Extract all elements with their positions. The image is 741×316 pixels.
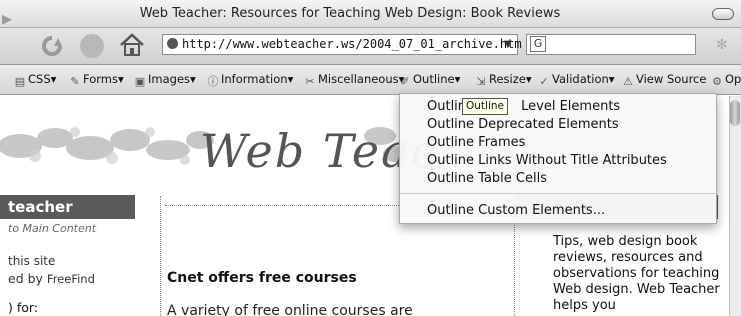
url-dropdown-button[interactable]: ▼ <box>498 34 518 55</box>
images-icon: ▣ <box>134 75 146 88</box>
forms-icon: ✎ <box>70 75 80 88</box>
skip-to-content-link[interactable]: to Main Content <box>8 222 96 235</box>
spinner-icon: ✻ <box>716 37 728 53</box>
powered-by-text: ed by FreeFind <box>8 271 95 286</box>
reload-icon[interactable] <box>38 34 66 58</box>
toolbar-resize[interactable]: ⇲ Resize▾ <box>475 72 531 88</box>
menu-item-links-without-title[interactable]: Outline Links Without Title Attributes <box>427 153 667 168</box>
miscellaneous-icon: ✂ <box>305 75 315 88</box>
site-description: Tips, web design book reviews, resources… <box>553 234 720 313</box>
resize-icon: ⇲ <box>476 75 486 88</box>
search-site-label: this site <box>8 254 56 268</box>
toolbar-options[interactable]: ⚙ Op <box>711 72 741 88</box>
css-icon: ▤ <box>14 75 26 88</box>
menu-separator <box>400 193 716 194</box>
lock-icon <box>167 38 178 49</box>
stop-icon[interactable] <box>80 34 104 58</box>
view-source-icon: ⚠ <box>623 75 633 88</box>
toolbar-images[interactable]: ▣ Images▾ <box>134 72 196 88</box>
scrollbar-thumb[interactable] <box>730 100 740 126</box>
toolbar-miscellaneous[interactable]: ✂ Miscellaneous▾ <box>304 72 404 88</box>
toolbar-forms[interactable]: ✎ Forms▾ <box>69 72 123 88</box>
sidebar-header: teacher <box>0 195 135 219</box>
menu-item-table-cells[interactable]: Outline Table Cells <box>427 171 547 186</box>
look-for-label: ) for: <box>8 300 39 315</box>
options-icon: ⚙ <box>712 75 722 88</box>
toolbar-css[interactable]: ▤ CSS▾ <box>14 72 57 88</box>
google-icon[interactable]: G <box>530 36 546 52</box>
address-bar[interactable]: http://www.webteacher.ws/2004_07_01_arch… <box>162 34 522 55</box>
information-icon: ⓘ <box>207 75 219 88</box>
right-column-divider <box>514 220 515 316</box>
validation-icon: ✓ <box>539 75 549 88</box>
home-icon[interactable] <box>118 32 146 58</box>
menu-item-block-level[interactable]: Outlir Level Elements <box>427 99 620 114</box>
menu-item-custom-elements[interactable]: Outline Custom Elements... <box>427 203 605 218</box>
toolbar-view-source[interactable]: ⚠ View Source <box>622 72 706 88</box>
toolbar-information[interactable]: ⓘ Information▾ <box>207 72 294 88</box>
forward-arrow-icon[interactable]: ▸ <box>2 6 12 30</box>
tooltip: Outline <box>462 98 508 115</box>
url-text: http://www.webteacher.ws/2004_07_01_arch… <box>182 37 522 51</box>
vertical-scrollbar[interactable] <box>729 96 741 316</box>
search-input[interactable] <box>526 34 696 55</box>
outline-icon: ✐ <box>400 75 410 88</box>
toolbar-toggle-button[interactable] <box>712 8 734 20</box>
toolbar-outline[interactable]: ✐ Outline▾ <box>399 72 460 88</box>
article-body: A variety of free online courses are <box>167 303 413 316</box>
article-title[interactable]: Cnet offers free courses <box>167 270 357 286</box>
menu-item-frames[interactable]: Outline Frames <box>427 135 525 150</box>
toolbar-validation[interactable]: ✓ Validation▾ <box>538 72 614 88</box>
freefind-link[interactable]: FreeFind <box>47 272 95 286</box>
column-divider <box>160 196 161 316</box>
window-title: Web Teacher: Resources for Teaching Web … <box>139 6 561 21</box>
menu-item-deprecated[interactable]: Outline Deprecated Elements <box>427 117 619 132</box>
